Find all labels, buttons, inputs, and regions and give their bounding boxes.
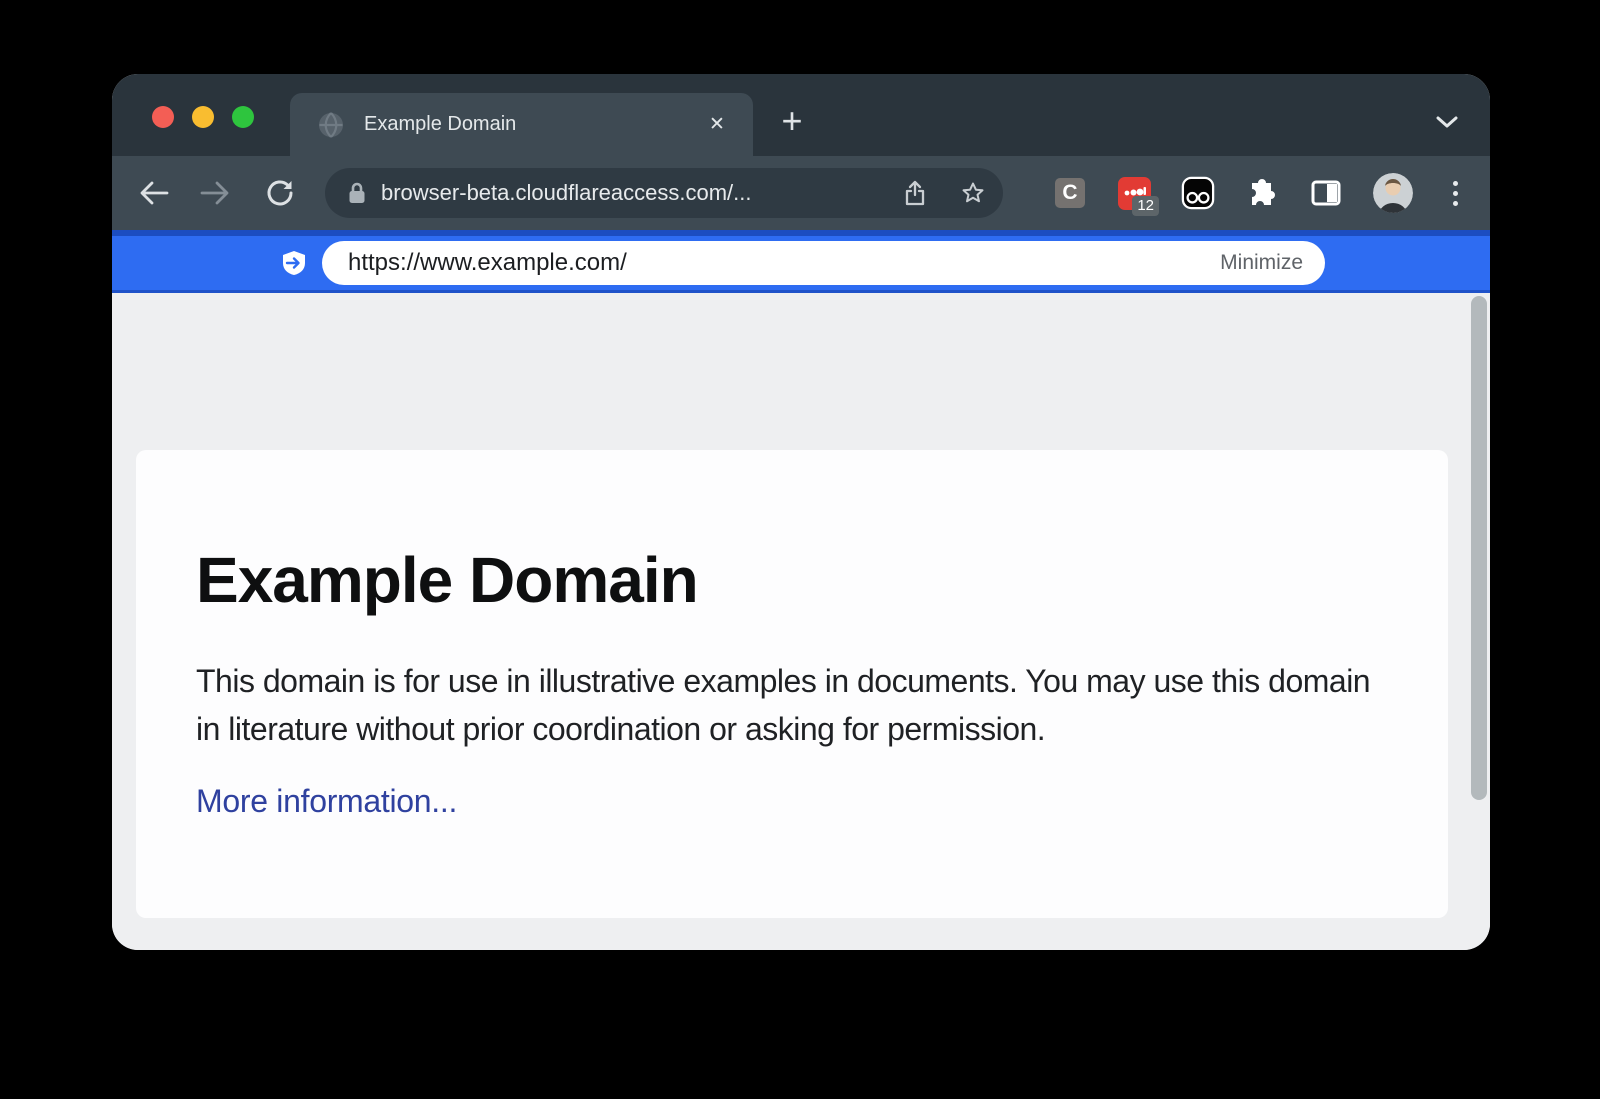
tab-title: Example Domain: [364, 113, 703, 136]
side-panel-icon: [1311, 180, 1341, 206]
more-information-link[interactable]: More information...: [196, 783, 457, 820]
extensions-area: C 12: [1053, 173, 1467, 213]
close-window-button[interactable]: [152, 106, 174, 128]
forward-button[interactable]: [187, 167, 243, 219]
share-button[interactable]: [903, 181, 927, 205]
web-page-viewport: Example Domain This domain is for use in…: [112, 293, 1490, 950]
extension-badge: 12: [1132, 196, 1159, 216]
page-title: Example Domain: [196, 545, 1388, 615]
zoom-window-button[interactable]: [232, 106, 254, 128]
address-bar[interactable]: browser-beta.cloudflareaccess.com/...: [325, 168, 1003, 218]
lock-icon: [347, 181, 367, 205]
scrollbar-thumb[interactable]: [1471, 296, 1487, 800]
forward-arrow-icon: [200, 180, 230, 206]
globe-favicon-icon: [318, 112, 344, 138]
side-panel-button[interactable]: [1309, 176, 1343, 210]
puzzle-icon: [1247, 178, 1277, 208]
profile-avatar[interactable]: [1373, 173, 1413, 213]
remote-url-field[interactable]: https://www.example.com/ Minimize: [322, 241, 1325, 285]
browser-window: Example Domain ✕ +: [112, 74, 1490, 950]
remote-url-text: https://www.example.com/: [348, 249, 1220, 277]
tab-strip: Example Domain ✕ +: [112, 74, 1490, 156]
new-tab-button[interactable]: +: [772, 102, 812, 142]
minimize-window-button[interactable]: [192, 106, 214, 128]
remote-browser-bar: https://www.example.com/ Minimize: [112, 230, 1490, 293]
reload-icon: [266, 179, 294, 207]
tab-example-domain[interactable]: Example Domain ✕: [290, 93, 753, 156]
navigation-toolbar: browser-beta.cloudflareaccess.com/... C: [112, 156, 1490, 230]
content-card: Example Domain This domain is for use in…: [136, 450, 1448, 918]
browser-menu-button[interactable]: [1443, 181, 1467, 206]
page-paragraph: This domain is for use in illustrative e…: [196, 657, 1388, 753]
reload-button[interactable]: [252, 167, 308, 219]
back-arrow-icon: [139, 180, 169, 206]
back-button[interactable]: [126, 167, 182, 219]
traffic-lights: [152, 106, 254, 128]
minimize-bar-button[interactable]: Minimize: [1220, 251, 1303, 275]
extension-c-button[interactable]: C: [1053, 176, 1087, 210]
share-icon: [903, 180, 927, 206]
extension-c-icon: C: [1055, 178, 1085, 208]
star-icon: [961, 180, 985, 206]
extension-goggles-button[interactable]: [1181, 176, 1215, 210]
shield-arrow-icon: [281, 250, 307, 276]
chevron-down-icon: [1436, 116, 1458, 129]
address-url-text: browser-beta.cloudflareaccess.com/...: [381, 180, 903, 206]
tab-overflow-button[interactable]: [1429, 107, 1465, 137]
goggles-extension-icon: [1181, 175, 1215, 211]
extension-red-button[interactable]: 12: [1117, 176, 1151, 210]
close-tab-button[interactable]: ✕: [703, 111, 731, 139]
extensions-menu-button[interactable]: [1245, 176, 1279, 210]
bookmark-button[interactable]: [961, 181, 985, 205]
